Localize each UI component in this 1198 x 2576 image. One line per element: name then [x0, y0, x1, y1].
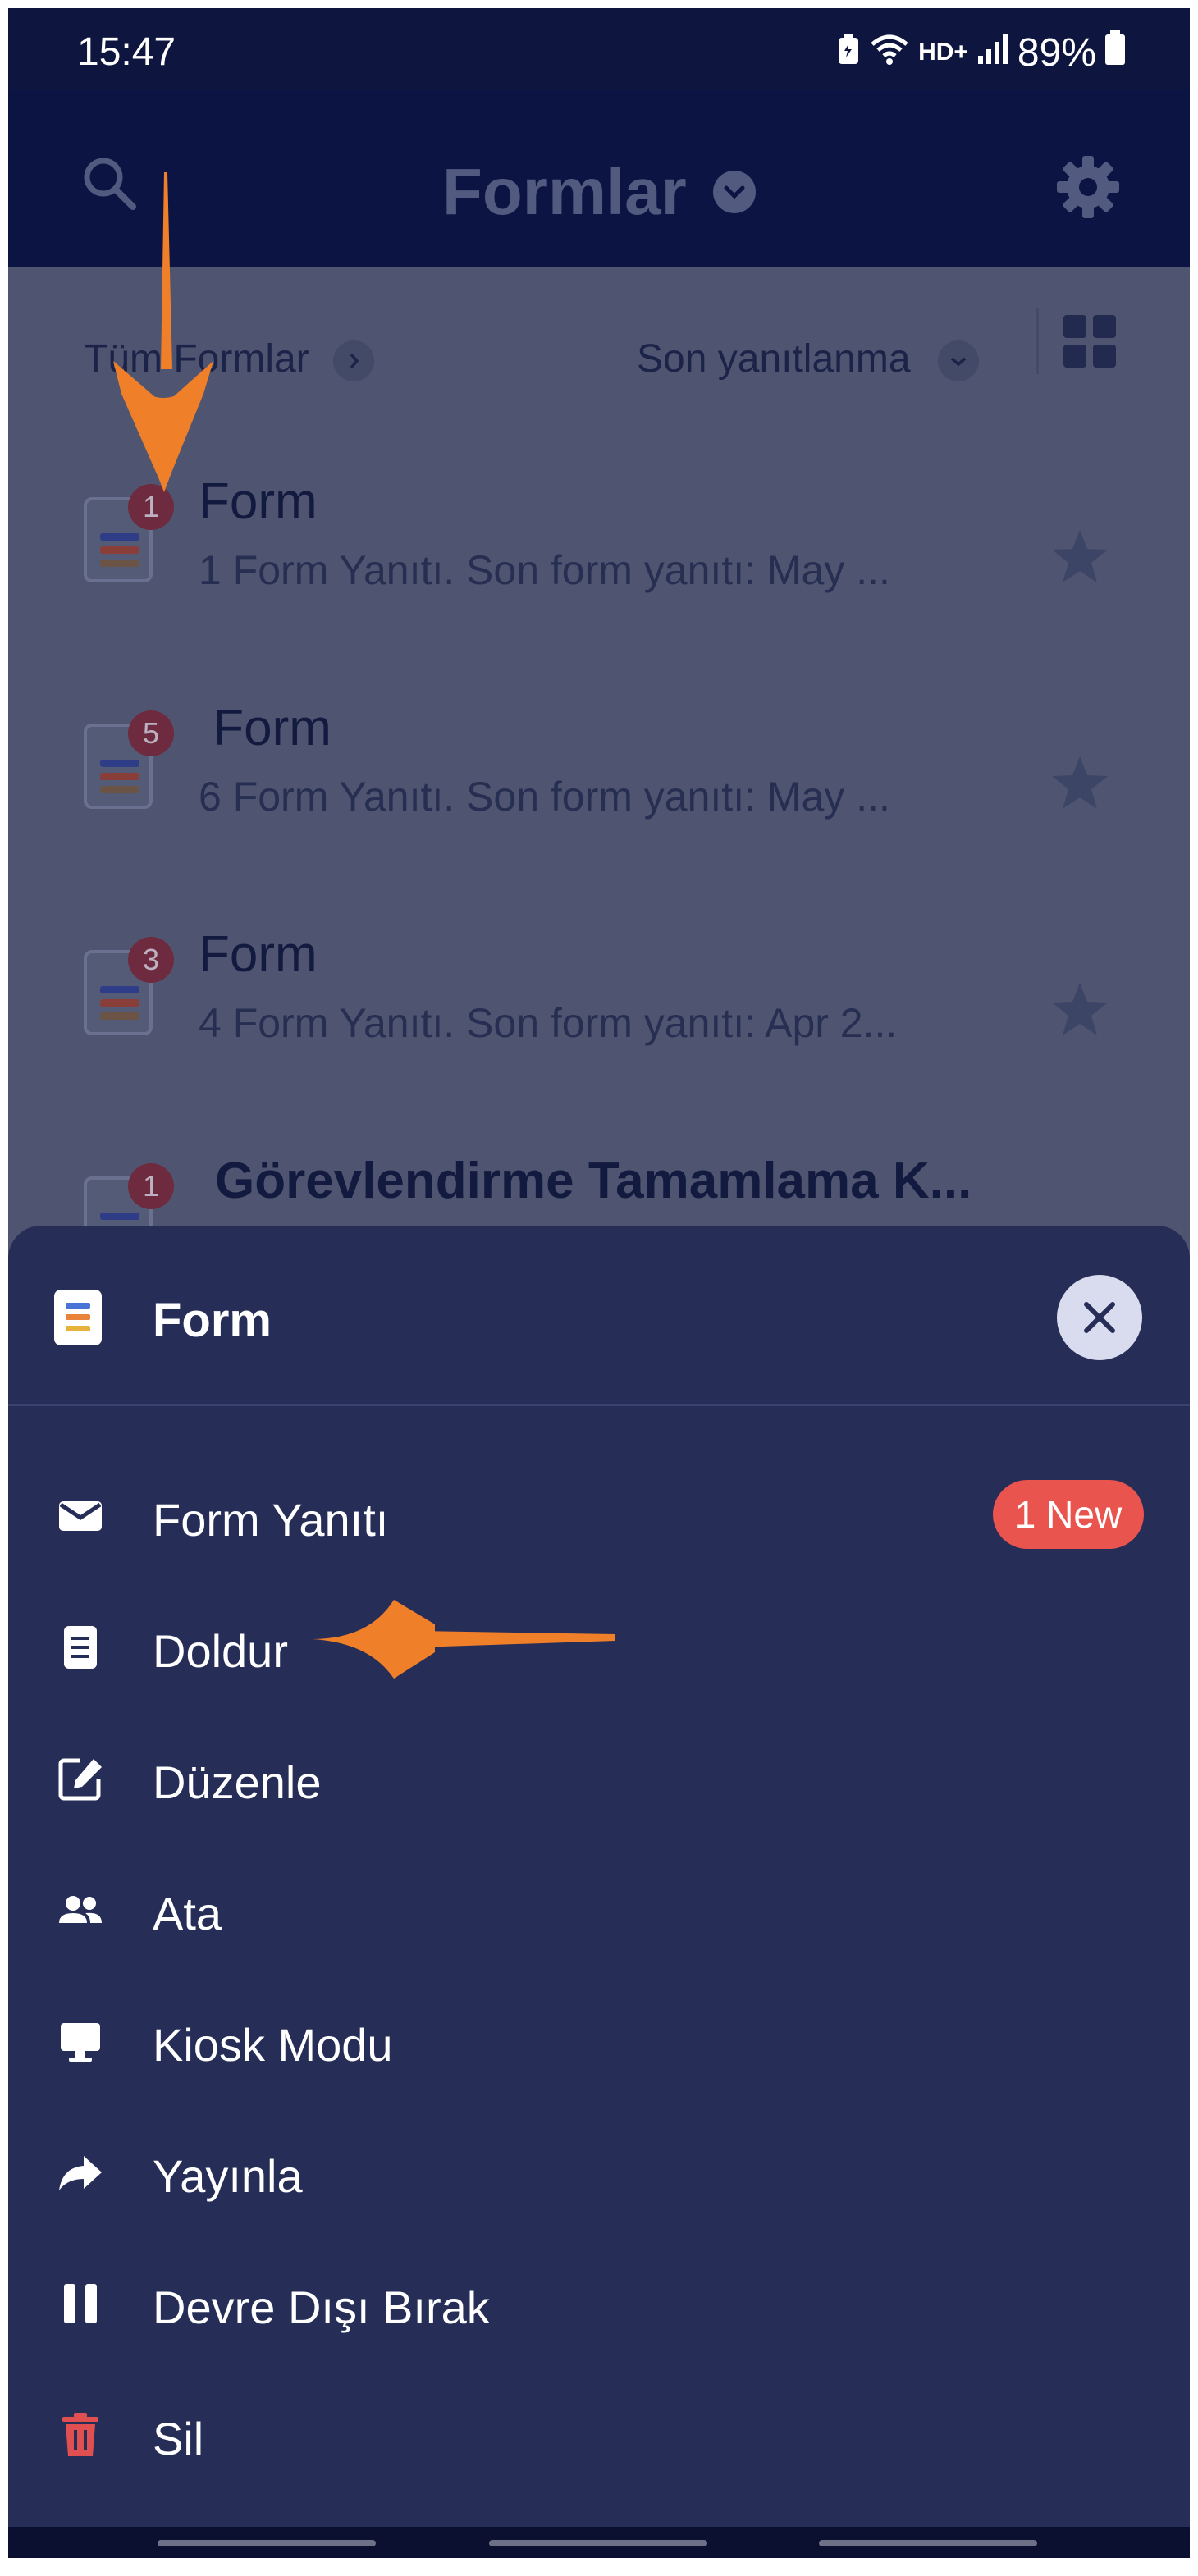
- battery-saver-icon: [836, 30, 861, 75]
- menu-item-ata[interactable]: Ata: [8, 1844, 1190, 1975]
- envelope-icon: [56, 1491, 105, 1541]
- grid-view-icon[interactable]: [1063, 315, 1118, 369]
- unread-badge: 1: [128, 484, 174, 530]
- menu-item-label: Doldur: [153, 1625, 288, 1677]
- status-bar: 15:47 HD+ 89%: [8, 8, 1190, 90]
- chevron-down-icon: [713, 170, 757, 213]
- unread-badge: 5: [128, 710, 174, 756]
- trash-icon: [56, 2410, 105, 2460]
- nav-home-indicator[interactable]: [489, 2540, 707, 2546]
- sort-label: Son yanıtlanma: [637, 337, 911, 381]
- nav-back-indicator[interactable]: [819, 2540, 1037, 2546]
- chevron-right-icon: [333, 340, 375, 382]
- form-icon: [54, 1290, 102, 1345]
- close-icon: [1084, 1302, 1115, 1333]
- sheet-header: Form: [8, 1226, 1190, 1406]
- edit-icon: [56, 1754, 105, 1803]
- network-type: HD+: [918, 39, 968, 66]
- wifi-icon: [869, 30, 910, 75]
- unread-badge: 1: [128, 1163, 174, 1209]
- star-icon[interactable]: [1050, 980, 1109, 1043]
- folder-filter[interactable]: Tüm Formlar: [84, 336, 375, 382]
- list-item[interactable]: 5 Form 6 Form Yanıtı. Son form yanıtı: M…: [8, 642, 1190, 868]
- menu-item-label: Form Yanıtı: [153, 1494, 389, 1546]
- form-subtitle: 4 Form Yanıtı. Son form yanıtı: Apr 2...: [199, 1000, 898, 1046]
- menu-item-label: Kiosk Modu: [153, 2019, 393, 2071]
- page-title[interactable]: Formlar: [8, 154, 1190, 230]
- menu-item-label: Devre Dışı Bırak: [153, 2281, 490, 2333]
- system-nav-bar: [8, 2527, 1190, 2558]
- status-time: 15:47: [77, 30, 176, 74]
- gear-icon[interactable]: [1055, 154, 1121, 224]
- pause-icon: [56, 2279, 105, 2328]
- divider: [1036, 308, 1039, 374]
- action-bottom-sheet: Form Form Yanıtı 1 New Doldur Düzenle At…: [8, 1226, 1190, 2527]
- star-icon[interactable]: [1050, 527, 1109, 590]
- sheet-title: Form: [153, 1294, 272, 1347]
- folder-filter-label: Tüm Formlar: [84, 337, 309, 381]
- page-title-text: Formlar: [441, 155, 687, 228]
- document-icon: [56, 1623, 105, 1672]
- list-item[interactable]: 3 Form 4 Form Yanıtı. Son form yanıtı: A…: [8, 868, 1190, 1094]
- app-bar: Formlar: [8, 90, 1190, 267]
- menu-item-yayinla[interactable]: Yayınla: [8, 2107, 1190, 2238]
- star-icon[interactable]: [1050, 753, 1109, 816]
- close-button[interactable]: [1057, 1275, 1142, 1360]
- monitor-icon: [56, 2016, 105, 2066]
- share-arrow-icon: [56, 2148, 105, 2197]
- sort-dropdown[interactable]: Son yanıtlanma: [637, 336, 979, 382]
- menu-item-label: Sil: [153, 2413, 204, 2464]
- menu-item-sil[interactable]: Sil: [8, 2369, 1190, 2501]
- status-icons: HD+ 89%: [836, 30, 1126, 75]
- form-subtitle: 1 Form Yanıtı. Son form yanıtı: May ...: [199, 547, 890, 593]
- people-icon: [56, 1885, 105, 1934]
- menu-item-kiosk-modu[interactable]: Kiosk Modu: [8, 1975, 1190, 2107]
- form-title: Görevlendirme Tamamlama K...: [215, 1153, 972, 1209]
- signal-icon: [976, 30, 1009, 75]
- menu-item-label: Ata: [153, 1888, 222, 1939]
- menu-item-devre-disi-birak[interactable]: Devre Dışı Bırak: [8, 2238, 1190, 2369]
- menu-item-duzenle[interactable]: Düzenle: [8, 1713, 1190, 1844]
- form-title: Form: [199, 473, 318, 530]
- menu-item-form-yaniti[interactable]: Form Yanıtı 1 New: [8, 1450, 1190, 1582]
- battery-percent: 89%: [1017, 30, 1096, 75]
- filter-bar: Tüm Formlar Son yanıtlanma: [8, 267, 1190, 415]
- form-subtitle: 6 Form Yanıtı. Son form yanıtı: May ...: [199, 774, 890, 820]
- menu-item-label: Düzenle: [153, 1756, 322, 1808]
- new-badge: 1 New: [993, 1480, 1144, 1549]
- menu-item-doldur[interactable]: Doldur: [8, 1582, 1190, 1713]
- list-item[interactable]: 1 Form 1 Form Yanıtı. Son form yanıtı: M…: [8, 415, 1190, 642]
- phone-screen: 15:47 HD+ 89% Formlar Tüm Formlar Son ya…: [8, 8, 1190, 2558]
- unread-badge: 3: [128, 937, 174, 983]
- form-title: Form: [199, 700, 332, 756]
- battery-icon: [1104, 30, 1126, 75]
- menu-item-label: Yayınla: [153, 2150, 303, 2202]
- chevron-down-icon: [937, 340, 979, 382]
- nav-recents-indicator[interactable]: [158, 2540, 376, 2546]
- form-title: Form: [199, 926, 318, 983]
